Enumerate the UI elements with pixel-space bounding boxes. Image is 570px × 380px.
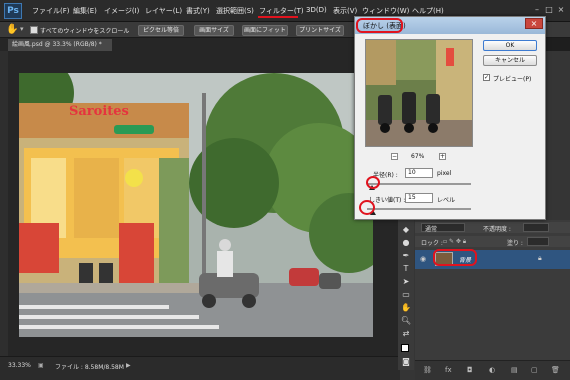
layer-lock-icon: 🔒︎ bbox=[538, 254, 542, 262]
smudge-tool-icon[interactable]: ● bbox=[400, 237, 412, 248]
opacity-field[interactable] bbox=[523, 223, 549, 232]
threshold-label: しきい値(T) : bbox=[369, 197, 406, 204]
blend-mode-select[interactable]: 通常 bbox=[421, 223, 465, 233]
menu-type[interactable]: 書式(Y) bbox=[186, 6, 210, 16]
lock-icons[interactable]: ▫ ✎ ✥ 🔒︎ bbox=[443, 238, 466, 246]
threshold-input[interactable]: 15 bbox=[405, 193, 433, 203]
menu-filter[interactable]: フィルター(T) bbox=[259, 6, 304, 16]
menu-window[interactable]: ウィンドウ(W) bbox=[362, 6, 409, 16]
document-tab-title: 絵画風.psd @ 33.3% (RGB/8) * bbox=[12, 41, 102, 48]
scroll-all-windows-label: すべてのウィンドウをスクロール bbox=[40, 28, 130, 35]
menu-view[interactable]: 表示(V) bbox=[333, 6, 357, 16]
photoshop-logo: Ps bbox=[4, 3, 22, 19]
shop-sign-text: Saroites bbox=[69, 104, 129, 119]
cancel-button[interactable]: キャンセル bbox=[483, 55, 537, 66]
hand-tool-side-icon[interactable]: ✋ bbox=[400, 302, 412, 313]
dialog-preview-image[interactable] bbox=[365, 39, 473, 147]
new-group-icon[interactable]: ▤ bbox=[511, 366, 518, 374]
status-icon: ▣ bbox=[38, 362, 44, 369]
status-bar: 33.33% ▣ ファイル : 8.58M/8.58M ▶ bbox=[0, 356, 400, 380]
filter-menu-highlight bbox=[258, 16, 298, 18]
type-tool-icon[interactable]: T bbox=[400, 263, 412, 274]
menu-help[interactable]: ヘルプ(H) bbox=[412, 6, 444, 16]
document-tab-bar: 絵画風.psd @ 33.3% (RGB/8) * bbox=[0, 38, 400, 51]
radius-slider[interactable] bbox=[367, 183, 471, 185]
visibility-eye-icon[interactable]: ◉ bbox=[420, 255, 426, 263]
status-menu-arrow-icon[interactable]: ▶ bbox=[126, 362, 131, 369]
layers-panel: 通常 不透明度 : ロック : ▫ ✎ ✥ 🔒︎ 塗り : ◉ 背景 🔒︎ ⛓ … bbox=[415, 220, 570, 380]
maximize-icon[interactable]: □ bbox=[544, 6, 554, 15]
surface-blur-dialog: ぼかし (表面) × − 67% + OK キャンセル ✓ プレビュー(P) 半… bbox=[354, 16, 546, 220]
preview-label: プレビュー(P) bbox=[493, 76, 532, 83]
lock-row: ロック : ▫ ✎ ✥ 🔒︎ 塗り : bbox=[415, 236, 570, 247]
swap-colors-icon[interactable]: ⇄ bbox=[400, 328, 412, 339]
new-layer-icon[interactable]: ▢ bbox=[531, 366, 538, 374]
left-toolbox bbox=[0, 51, 8, 356]
threshold-slider[interactable] bbox=[367, 208, 471, 210]
layers-bottom-bar: ⛓ fx ◘ ◐ ▤ ▢ 🗑︎ bbox=[415, 360, 570, 380]
pen-tool-icon[interactable]: ✒ bbox=[400, 250, 412, 261]
radius-unit: pixel bbox=[437, 170, 452, 177]
menu-file[interactable]: ファイル(F) bbox=[32, 6, 70, 16]
opacity-label: 不透明度 : bbox=[483, 226, 511, 233]
drop-tool-icon[interactable]: ◆ bbox=[400, 224, 412, 235]
quick-mask-icon[interactable]: ◙ bbox=[400, 356, 412, 367]
radius-slider-highlight bbox=[366, 176, 380, 189]
fit-screen-button[interactable]: 画面サイズ bbox=[194, 25, 234, 36]
dialog-title-highlight bbox=[356, 18, 403, 33]
hand-tool-icon[interactable]: ✋ bbox=[6, 24, 18, 35]
street-photo: Saroites bbox=[19, 73, 373, 337]
layer-style-icon[interactable]: fx bbox=[445, 366, 452, 374]
menu-image[interactable]: イメージ(I) bbox=[104, 6, 139, 16]
fill-label: 塗り : bbox=[507, 240, 523, 247]
link-layers-icon[interactable]: ⛓ bbox=[423, 366, 432, 374]
scroll-all-windows-checkbox[interactable] bbox=[30, 26, 38, 34]
radius-input[interactable]: 10 bbox=[405, 168, 433, 178]
menu-edit[interactable]: 編集(E) bbox=[73, 6, 97, 16]
zoom-level[interactable]: 33.33% bbox=[8, 362, 31, 369]
close-window-icon[interactable]: × bbox=[556, 6, 566, 15]
zoom-in-button[interactable]: + bbox=[439, 153, 446, 160]
ok-button[interactable]: OK bbox=[483, 40, 537, 51]
menu-layer[interactable]: レイヤー(L) bbox=[145, 6, 182, 16]
preview-zoom-level: 67% bbox=[411, 153, 425, 160]
print-size-button[interactable]: プリントサイズ bbox=[296, 25, 344, 36]
fill-screen-button[interactable]: 画面にフィット bbox=[242, 25, 288, 36]
blend-mode-value: 通常 bbox=[425, 226, 438, 233]
tool-column: ◆ ● ✒ T ➤ ▭ ✋ 🔍︎ ⇄ ◙ bbox=[398, 220, 414, 370]
fill-field[interactable] bbox=[527, 237, 549, 246]
preview-checkbox[interactable]: ✓ bbox=[483, 74, 490, 81]
dialog-close-icon[interactable]: × bbox=[525, 18, 543, 29]
document-tab[interactable]: 絵画風.psd @ 33.3% (RGB/8) * bbox=[8, 39, 112, 51]
tool-preset-chevron-icon[interactable]: ▾ bbox=[20, 25, 24, 33]
foreground-color-swatch[interactable] bbox=[401, 344, 409, 352]
menu-select[interactable]: 選択範囲(S) bbox=[216, 6, 254, 16]
blend-row: 通常 不透明度 : bbox=[415, 222, 570, 233]
layer-highlight bbox=[433, 249, 477, 266]
rectangle-tool-icon[interactable]: ▭ bbox=[400, 289, 412, 300]
adjustment-layer-icon[interactable]: ◐ bbox=[489, 366, 495, 374]
zoom-out-button[interactable]: − bbox=[391, 153, 398, 160]
minimize-icon[interactable]: – bbox=[532, 6, 542, 15]
zoom-tool-icon[interactable]: 🔍︎ bbox=[400, 315, 412, 326]
threshold-slider-highlight bbox=[359, 200, 375, 215]
path-select-icon[interactable]: ➤ bbox=[400, 276, 412, 287]
add-mask-icon[interactable]: ◘ bbox=[467, 366, 473, 374]
file-size-info: ファイル : 8.58M/8.58M bbox=[55, 364, 124, 371]
lock-label: ロック : bbox=[421, 240, 443, 247]
threshold-unit: レベル bbox=[437, 197, 456, 204]
menu-3d[interactable]: 3D(D) bbox=[306, 6, 327, 14]
delete-layer-icon[interactable]: 🗑︎ bbox=[551, 366, 560, 374]
actual-pixels-button[interactable]: ピクセル等倍 bbox=[138, 25, 184, 36]
